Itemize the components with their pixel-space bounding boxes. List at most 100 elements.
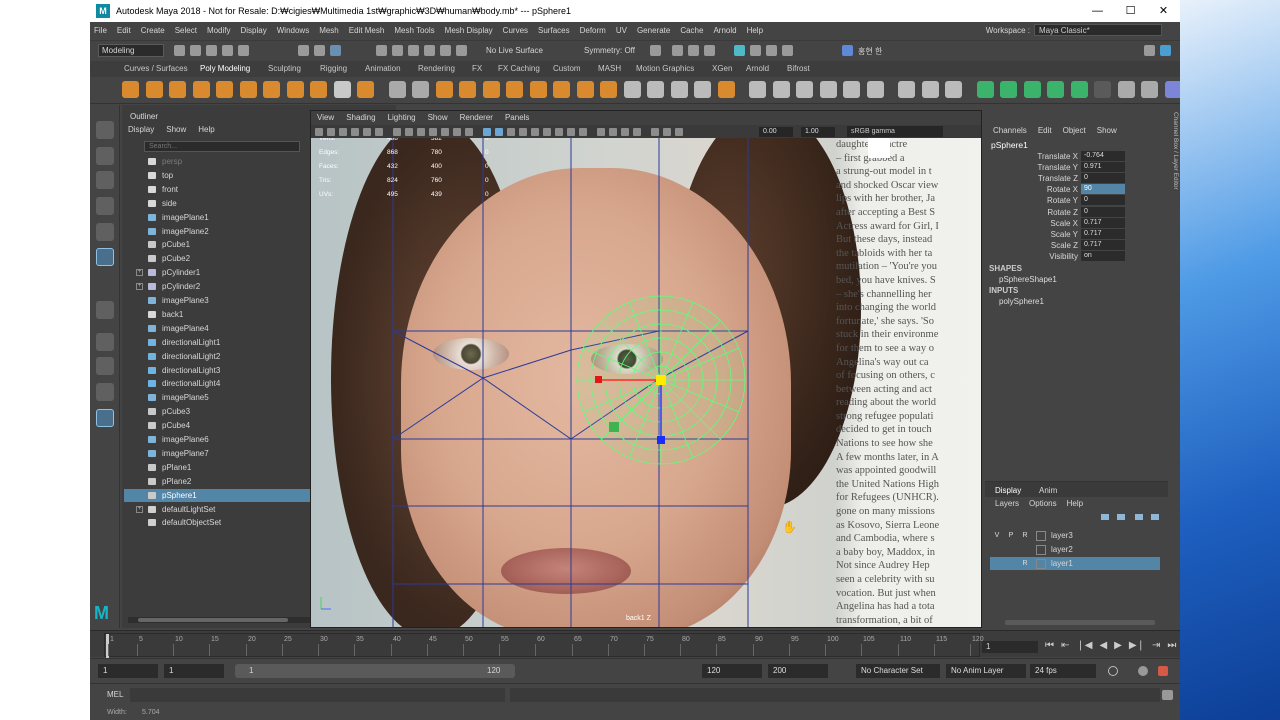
menu-item-modify[interactable]: Modify — [207, 26, 231, 35]
shelf-tab-custom[interactable]: Custom — [553, 64, 581, 73]
viewport-menu-renderer[interactable]: Renderer — [460, 111, 493, 125]
menu-item-mesh-display[interactable]: Mesh Display — [445, 26, 493, 35]
ipr-render-icon[interactable] — [688, 45, 699, 56]
near-clip-field[interactable]: 0.00 — [759, 127, 793, 137]
2d-pan-icon[interactable] — [363, 128, 371, 136]
menu-item-create[interactable]: Create — [141, 26, 165, 35]
film-gate-icon[interactable] — [405, 128, 413, 136]
expand-icon[interactable]: + — [136, 269, 143, 277]
shelf-combine-icon[interactable] — [388, 81, 406, 98]
four-view-layout-icon[interactable] — [96, 357, 114, 375]
anim-layer-dropdown[interactable]: No Anim Layer — [946, 664, 1026, 678]
step-back-frame-icon[interactable]: ❘◀ — [1076, 640, 1092, 651]
select-camera-icon[interactable] — [315, 128, 323, 136]
gate-mask-icon[interactable] — [429, 128, 437, 136]
shelf-edge-loop-icon[interactable] — [717, 81, 735, 98]
shelf-connect-icon[interactable] — [670, 81, 688, 98]
shelf-tab-curves-surfaces[interactable]: Curves / Surfaces — [124, 64, 188, 73]
outliner-search-input[interactable]: Search... — [144, 141, 300, 152]
shelf-bake-icon[interactable] — [1070, 81, 1088, 98]
shelf-target-weld-icon[interactable] — [647, 81, 664, 98]
viewport-menu-panels[interactable]: Panels — [505, 111, 529, 125]
selected-object-name[interactable]: pSphere1 — [991, 140, 1028, 150]
default-material-icon[interactable] — [507, 128, 515, 136]
shelf-extrude-icon[interactable] — [506, 81, 523, 98]
menu-item-edit[interactable]: Edit — [117, 26, 131, 35]
menu-item-file[interactable]: File — [94, 26, 107, 35]
shelf-soft-mod-icon[interactable] — [1117, 81, 1135, 98]
playback-start-field[interactable]: 1 — [164, 664, 224, 678]
shelf-planar-uv-icon[interactable] — [819, 81, 837, 98]
single-view-layout-icon[interactable] — [96, 333, 114, 351]
safe-title-icon[interactable] — [465, 128, 473, 136]
user-name[interactable]: 홍현 한 — [858, 46, 882, 57]
menu-item-deform[interactable]: Deform — [580, 26, 606, 35]
select-tool-icon[interactable] — [96, 121, 114, 139]
layer-reference-toggle[interactable] — [1020, 545, 1030, 555]
step-forward-frame-icon[interactable]: ▶❘ — [1129, 640, 1145, 651]
shelf-bridge-icon[interactable] — [529, 81, 547, 98]
shelf-ep-curve-icon[interactable] — [921, 81, 939, 98]
scene-start-field[interactable]: 1 — [98, 664, 158, 678]
channel-scale-x[interactable]: Scale X 0.717 — [985, 217, 1168, 229]
current-frame-field[interactable]: 1 — [982, 641, 1038, 653]
shelf-fill-hole-icon[interactable] — [576, 81, 594, 98]
snap-grid-icon[interactable] — [376, 45, 387, 56]
xray-joints-icon[interactable] — [621, 128, 629, 136]
safe-action-icon[interactable] — [453, 128, 461, 136]
shelf-smooth-mesh-icon[interactable] — [1047, 81, 1064, 98]
menu-item-mesh[interactable]: Mesh — [319, 26, 339, 35]
render-frame-icon[interactable] — [672, 45, 683, 56]
shelf-type-icon[interactable] — [333, 81, 351, 98]
colorspace-dropdown[interactable]: sRGB gamma — [847, 126, 943, 137]
shelf-tab-animation[interactable]: Animation — [365, 64, 401, 73]
menu-item-mesh-tools[interactable]: Mesh Tools — [394, 26, 434, 35]
menu-set-dropdown[interactable]: Modeling — [98, 44, 164, 57]
viewport-menu-lighting[interactable]: Lighting — [388, 111, 416, 125]
isolate-select-icon[interactable] — [597, 128, 605, 136]
command-language-label[interactable]: MEL — [107, 690, 123, 699]
shelf-bool-icon[interactable] — [459, 81, 476, 98]
menu-item-select[interactable]: Select — [175, 26, 197, 35]
shelf-shader-grey-icon[interactable] — [1000, 81, 1017, 98]
anti-alias-icon[interactable] — [579, 128, 587, 136]
outliner-menu-display[interactable]: Display — [128, 125, 154, 134]
channel-value-field[interactable]: on — [1081, 250, 1125, 261]
shelf-cylinder-icon[interactable] — [169, 81, 186, 98]
go-to-start-icon[interactable]: ⏮ — [1045, 640, 1054, 651]
live-surface-label[interactable]: No Live Surface — [486, 46, 543, 55]
layer-visibility-toggle[interactable] — [992, 559, 1002, 569]
menu-item-edit-mesh[interactable]: Edit Mesh — [349, 26, 385, 35]
shelf-mirror-icon[interactable] — [482, 81, 500, 98]
shelf-tab-xgen[interactable]: XGen — [712, 64, 732, 73]
symmetry-label[interactable]: Symmetry: Off — [584, 46, 635, 55]
go-to-end-icon[interactable]: ⏭ — [1167, 640, 1176, 651]
layer-reference-toggle[interactable]: R — [1020, 559, 1030, 569]
shelf-tab-arnold[interactable]: Arnold — [746, 64, 769, 73]
menu-item-display[interactable]: Display — [241, 26, 267, 35]
maximize-button[interactable]: ☐ — [1114, 0, 1147, 22]
channel-translate-y[interactable]: Translate Y 0.971 — [985, 162, 1168, 173]
play-forward-icon[interactable]: ▶ — [1114, 640, 1122, 651]
save-scene-icon[interactable] — [206, 45, 217, 56]
shelf-sculpt-icon[interactable] — [772, 81, 790, 98]
layer-color-swatch[interactable] — [1036, 545, 1046, 555]
modeling-toolkit-icon[interactable] — [1144, 45, 1155, 56]
layer-visibility-toggle[interactable]: V — [992, 531, 1002, 541]
wireframe-icon[interactable] — [483, 128, 491, 136]
outliner-menu-help[interactable]: Help — [198, 125, 214, 134]
shelf-tab-fx-caching[interactable]: FX Caching — [498, 64, 540, 73]
viewport-menu-shading[interactable]: Shading — [346, 111, 375, 125]
outliner-menu-show[interactable]: Show — [166, 125, 186, 134]
shelf-sphere-icon[interactable] — [122, 81, 139, 98]
layer-color-swatch[interactable] — [1036, 559, 1046, 569]
shelf-plane-icon[interactable] — [239, 81, 257, 98]
step-back-key-icon[interactable]: ⇤ — [1061, 640, 1069, 651]
play-backward-icon[interactable]: ◀ — [1099, 640, 1107, 651]
shelf-auto-uv-icon[interactable] — [843, 81, 860, 98]
input-node[interactable]: polySphere1 — [999, 297, 1044, 306]
pause-icon[interactable] — [782, 45, 793, 56]
make-live-icon[interactable] — [456, 45, 467, 56]
shelf-tab-fx[interactable]: FX — [472, 64, 482, 73]
channel-value-field[interactable]: -0.764 — [1081, 151, 1125, 161]
